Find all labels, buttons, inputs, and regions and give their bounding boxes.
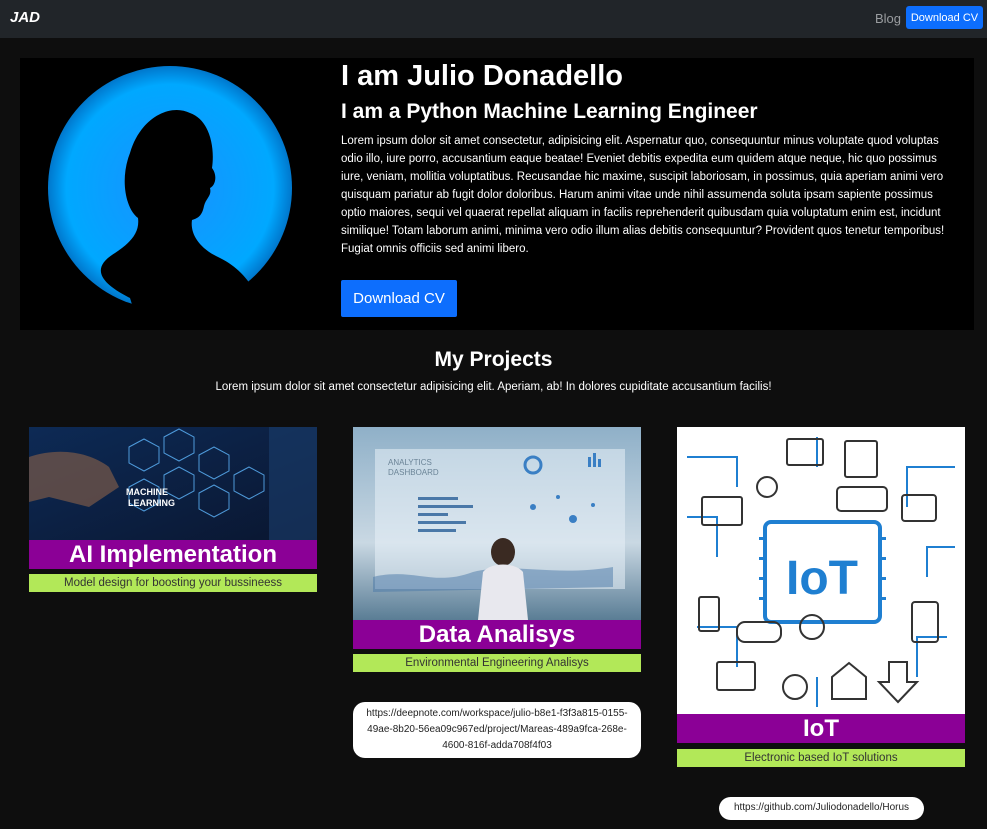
hero-download-cv-button[interactable]: Download CV [341,280,457,317]
machine-learning-illustration: MACHINE LEARNING [29,427,317,540]
image-text-dashboard: DASHBOARD [388,468,439,477]
projects-subtitle: Lorem ipsum dolor sit amet consectetur a… [215,381,772,393]
iot-project-title[interactable]: IoT [677,714,965,743]
navbar: JAD Blog Download CV [0,0,987,38]
image-text-learning: LEARNING [128,498,175,508]
data-project-title[interactable]: Data Analisys [353,620,641,649]
analytics-dashboard-illustration: ANALYTICS DASHBOARD [353,427,641,620]
hero-subtitle: I am a Python Machine Learning Engineer [341,100,758,123]
hero-section: I am Julio Donadello I am a Python Machi… [20,58,974,330]
data-project-image[interactable]: ANALYTICS DASHBOARD [353,427,641,620]
iot-project-link[interactable]: https://github.com/Juliodonadello/Horus [719,797,924,820]
projects-title: My Projects [434,348,553,371]
image-text-machine: MACHINE [126,487,168,497]
hero-portrait-image [20,58,320,330]
iot-illustration: IoT [677,427,965,714]
nav-download-cv-button[interactable]: Download CV [906,6,983,29]
iot-project-image[interactable]: IoT [677,427,965,714]
data-project-description: Environmental Engineering Analisys [353,654,641,672]
image-text-iot: IoT [786,552,858,605]
hero-description: Lorem ipsum dolor sit amet consectetur, … [341,135,945,255]
brand-logo[interactable]: JAD [10,9,40,26]
ai-project-title[interactable]: AI Implementation [29,540,317,569]
ai-project-description: Model design for boosting your bussinees… [29,574,317,592]
ai-project-image[interactable]: MACHINE LEARNING [29,427,317,540]
iot-project-description: Electronic based IoT solutions [677,749,965,767]
nav-blog-link[interactable]: Blog [875,11,901,26]
hero-title: I am Julio Donadello [341,60,623,92]
image-text-analytics: ANALYTICS [388,458,432,467]
data-project-link[interactable]: https://deepnote.com/workspace/julio-b8e… [353,702,641,758]
